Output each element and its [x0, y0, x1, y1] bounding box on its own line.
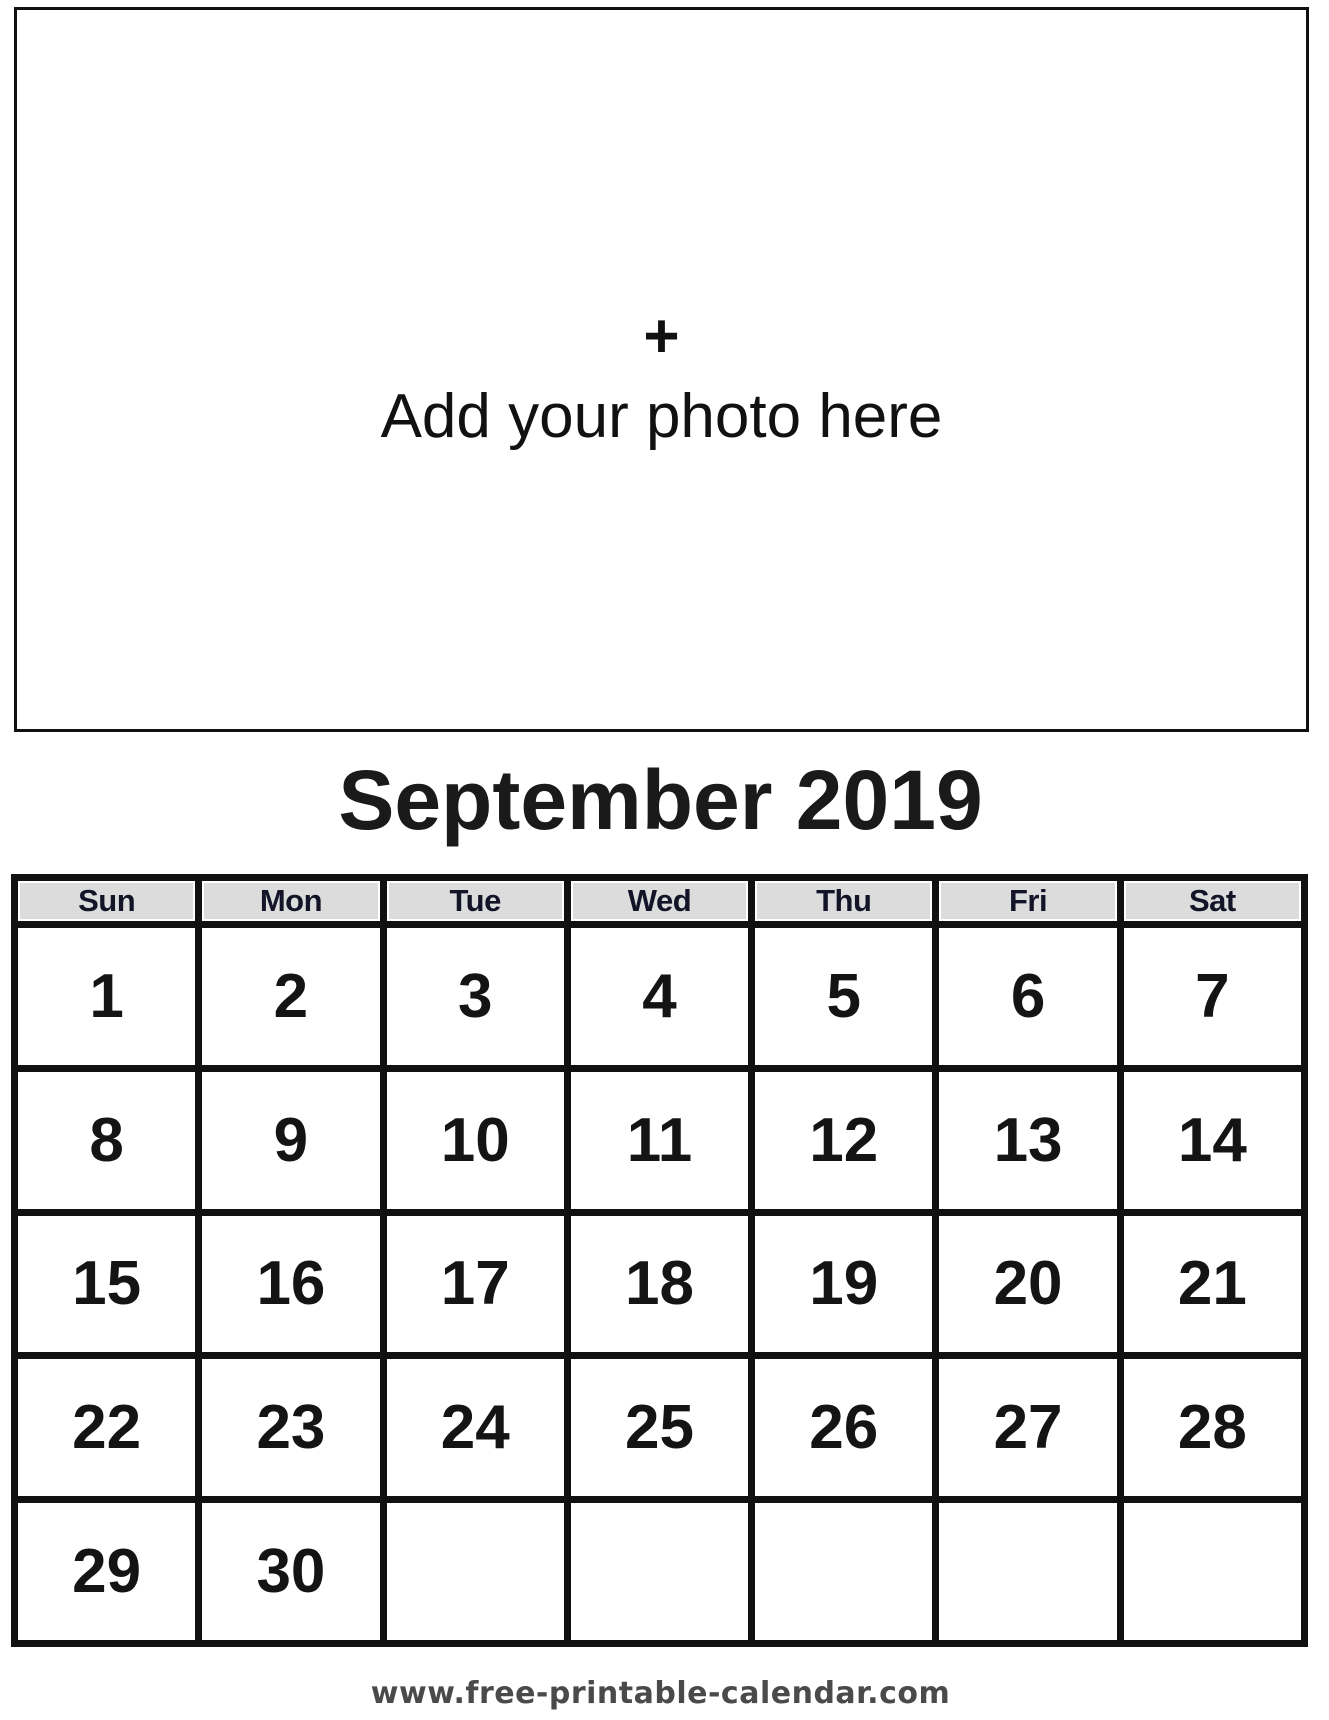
day-cell: 12	[755, 1071, 933, 1209]
day-cell: 1	[18, 928, 196, 1065]
plus-icon: +	[643, 302, 680, 371]
day-cell: 17	[386, 1215, 564, 1353]
day-cell: 21	[1123, 1215, 1301, 1353]
day-cell: 2	[202, 928, 380, 1065]
calendar-grid: Sun Mon Tue Wed Thu Fri Sat 1 2 3 4 5 6 …	[11, 874, 1308, 1647]
day-cell: 7	[1123, 928, 1301, 1065]
day-cell: 8	[18, 1071, 196, 1209]
weekday-header-mon: Mon	[202, 881, 380, 921]
day-cell: 30	[202, 1503, 380, 1640]
day-cell: 14	[1123, 1071, 1301, 1209]
empty-day-cell	[386, 1503, 564, 1640]
day-cell: 10	[386, 1071, 564, 1209]
day-cell: 11	[570, 1071, 749, 1209]
day-cell: 16	[202, 1215, 380, 1353]
footer-website-link[interactable]: www.free-printable-calendar.com	[0, 1676, 1321, 1711]
weekday-header-wed: Wed	[570, 881, 749, 921]
weekday-header-thu: Thu	[755, 881, 933, 921]
day-cell: 9	[202, 1071, 380, 1209]
day-cell: 19	[755, 1215, 933, 1353]
day-cell: 29	[18, 1503, 196, 1640]
empty-day-cell	[570, 1503, 749, 1640]
weekday-header-sun: Sun	[18, 881, 196, 921]
empty-day-cell	[939, 1503, 1117, 1640]
day-cell: 18	[570, 1215, 749, 1353]
empty-day-cell	[1123, 1503, 1301, 1640]
day-cell: 6	[939, 928, 1117, 1065]
day-cell: 4	[570, 928, 749, 1065]
weekday-header-tue: Tue	[386, 881, 564, 921]
photo-placeholder[interactable]: + Add your photo here	[14, 7, 1309, 732]
day-cell: 3	[386, 928, 564, 1065]
day-cell: 20	[939, 1215, 1117, 1353]
weekday-header-fri: Fri	[939, 881, 1117, 921]
day-cell: 28	[1123, 1359, 1301, 1497]
day-cell: 15	[18, 1215, 196, 1353]
day-cell: 27	[939, 1359, 1117, 1497]
day-cell: 26	[755, 1359, 933, 1497]
day-cell: 25	[570, 1359, 749, 1497]
day-cell: 5	[755, 928, 933, 1065]
day-cell: 23	[202, 1359, 380, 1497]
day-cell: 24	[386, 1359, 564, 1497]
day-cell: 13	[939, 1071, 1117, 1209]
weekday-header-sat: Sat	[1123, 881, 1301, 921]
month-title: September 2019	[338, 753, 983, 847]
empty-day-cell	[755, 1503, 933, 1640]
photo-placeholder-label: Add your photo here	[380, 382, 943, 451]
day-cell: 22	[18, 1359, 196, 1497]
